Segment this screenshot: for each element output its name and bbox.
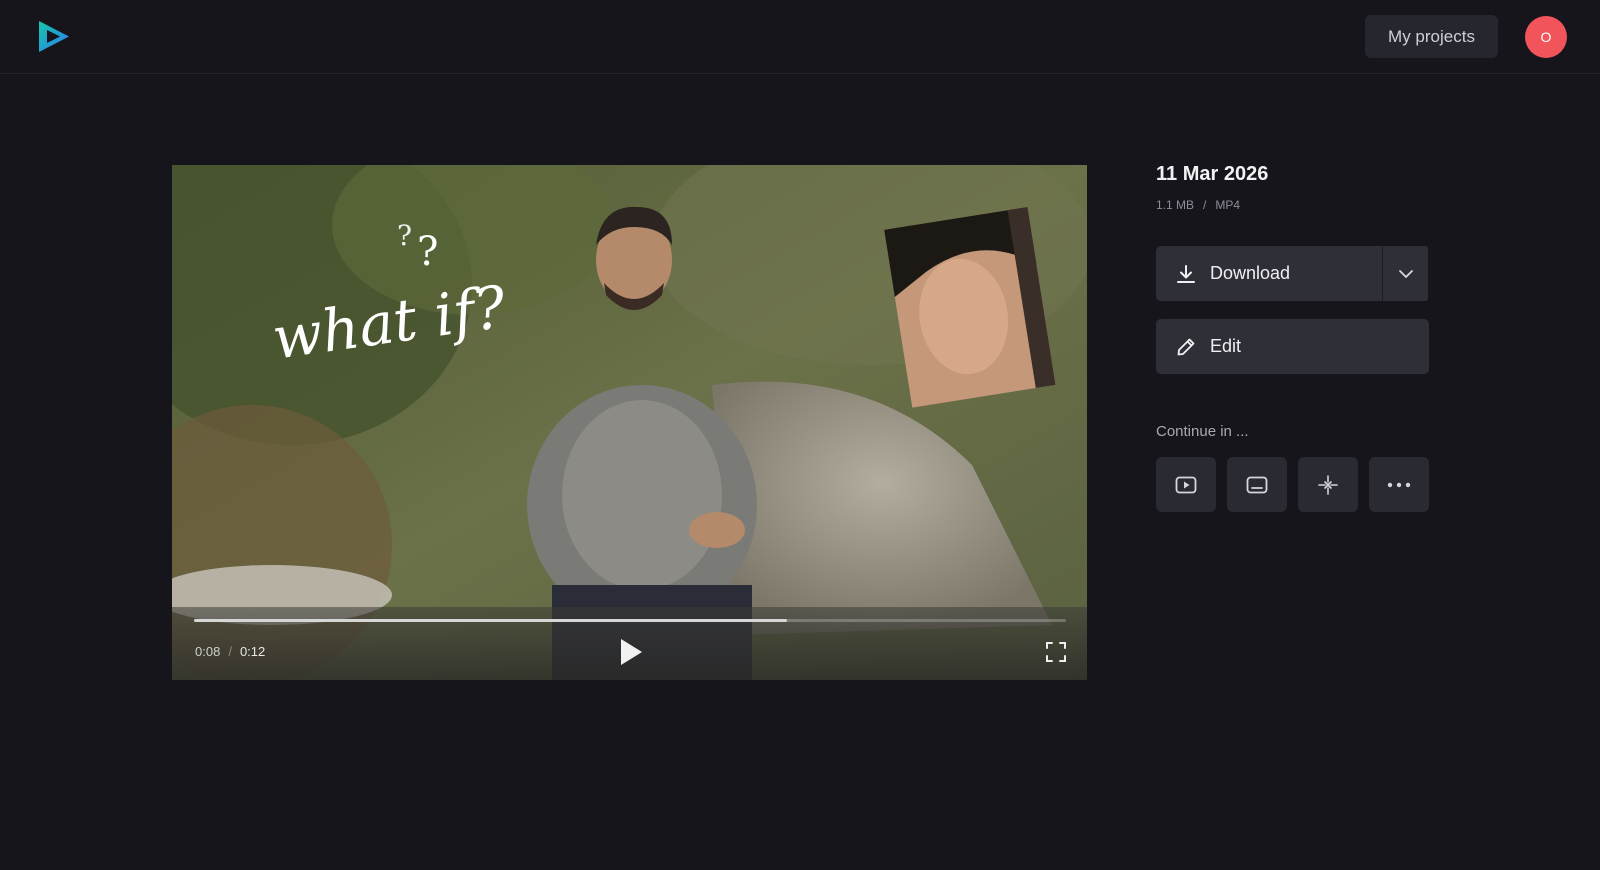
progress-track[interactable] [194,619,1066,622]
user-avatar[interactable]: O [1525,16,1567,58]
file-size: 1.1 MB [1156,198,1195,212]
chevron-down-icon [1398,269,1413,278]
video-player-icon [1175,476,1197,493]
meta-separator: / [1203,198,1207,212]
my-projects-button[interactable]: My projects [1365,15,1498,58]
file-format: MP4 [1215,198,1241,212]
continue-sparkle-button[interactable] [1298,457,1358,512]
svg-text:?: ? [397,219,412,252]
top-bar: My projects O [0,0,1600,74]
video-meta: 1.1 MB / MP4 [1156,198,1430,212]
continue-more-button[interactable] [1369,457,1429,512]
video-date: 11 Mar 2026 [1156,163,1269,185]
time-separator: / [228,644,232,659]
continue-subtitles-button[interactable] [1227,457,1287,512]
time-display: 0:08 / 0:12 [195,644,265,659]
video-player[interactable]: what if? ? ? 0:08 / 0:12 [172,165,1087,680]
download-group: Download [1156,246,1430,301]
edit-button[interactable]: Edit [1156,319,1429,374]
player-controls: 0:08 / 0:12 [172,607,1087,680]
download-label: Download [1210,263,1291,283]
video-frame: what if? ? ? [172,165,1087,680]
total-time: 0:12 [239,644,266,659]
subtitles-icon [1246,476,1268,493]
video-details-panel: 11 Mar 2026 1.1 MB / MP4 Download Edit Con… [1156,163,1430,512]
pencil-icon [1177,338,1195,355]
logo-icon[interactable] [36,18,72,55]
more-icon [1387,482,1411,487]
continue-in-label: Continue in ... [1156,423,1249,440]
continue-tools [1156,457,1430,512]
play-icon[interactable] [618,637,644,667]
svg-text:?: ? [417,229,438,275]
download-icon [1177,264,1195,283]
sparkle-icon [1318,474,1338,495]
current-time: 0:08 [195,644,221,659]
download-button[interactable]: Download [1156,246,1382,301]
download-options-button[interactable] [1382,246,1428,301]
fullscreen-icon[interactable] [1044,640,1068,664]
continue-video-player-button[interactable] [1156,457,1216,512]
edit-label: Edit [1210,336,1242,356]
progress-fill [194,619,787,622]
